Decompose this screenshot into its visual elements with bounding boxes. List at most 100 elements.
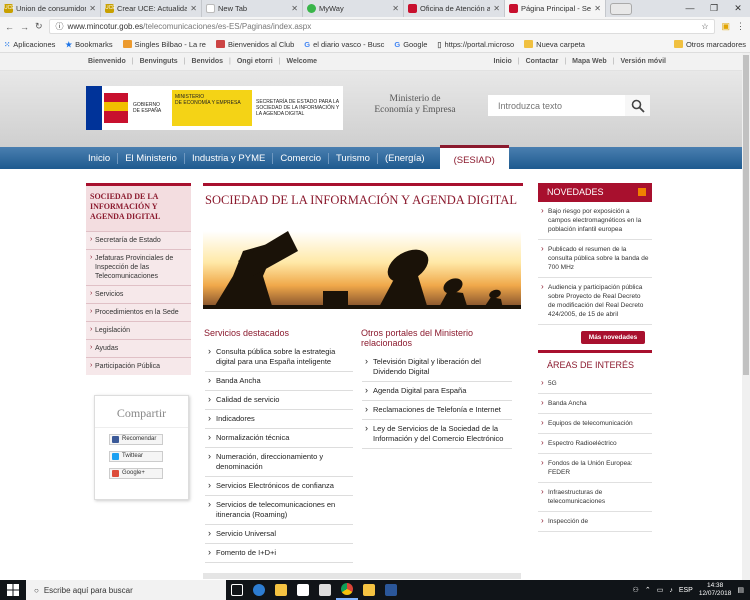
bookmark-item[interactable]: ★ Bookmarks bbox=[65, 40, 112, 49]
sidebar-item[interactable]: Legislación bbox=[86, 321, 191, 339]
list-item[interactable]: Indicadores bbox=[205, 410, 353, 429]
sidebar-item[interactable]: Servicios bbox=[86, 285, 191, 303]
area-item[interactable]: Fondos de la Unión Europea: FEDER bbox=[538, 454, 652, 483]
browser-tab[interactable]: Oficina de Atención a ✕ bbox=[404, 0, 505, 17]
nav-energia[interactable]: (Energía) bbox=[378, 153, 432, 164]
lang-link[interactable]: Bienvenido bbox=[88, 58, 126, 65]
other-bookmarks-folder[interactable]: Otros marcadores bbox=[673, 40, 746, 49]
volume-icon[interactable]: ♪ bbox=[669, 587, 673, 594]
news-item[interactable]: Audiencia y participación pública sobre … bbox=[538, 278, 652, 325]
close-tab-icon[interactable]: ✕ bbox=[392, 4, 399, 13]
list-item[interactable]: Agenda Digital para España bbox=[362, 382, 512, 401]
bookmark-item[interactable]: ⁙ Aplicaciones bbox=[4, 40, 55, 49]
list-item[interactable]: Normalización técnica bbox=[205, 429, 353, 448]
sidebar-item[interactable]: Secretaría de Estado bbox=[86, 231, 191, 249]
list-item[interactable]: Numeración, direccionamiento y denominac… bbox=[205, 448, 353, 477]
list-item[interactable]: Servicio Universal bbox=[205, 525, 353, 544]
edge-icon[interactable] bbox=[248, 580, 270, 600]
search-button[interactable] bbox=[625, 95, 650, 116]
task-view-icon[interactable] bbox=[226, 580, 248, 600]
taskbar-search[interactable]: ○ Escribe aquí para buscar bbox=[26, 580, 226, 600]
bookmark-item[interactable]: ▯ https://portal.microso bbox=[437, 40, 514, 49]
notifications-icon[interactable]: ▤ bbox=[737, 586, 744, 594]
new-tab-button[interactable] bbox=[610, 3, 632, 15]
store-icon[interactable] bbox=[292, 580, 314, 600]
mail-icon[interactable] bbox=[314, 580, 336, 600]
top-link-inicio[interactable]: Inicio bbox=[494, 58, 512, 65]
news-item[interactable]: Bajo riesgo por exposición a campos elec… bbox=[538, 202, 652, 240]
government-logo[interactable]: GOBIERNO DE ESPAÑA MINISTERIO DE ECONOMÍA … bbox=[86, 86, 343, 130]
nav-comercio[interactable]: Comercio bbox=[273, 152, 329, 164]
close-window-icon[interactable]: ✕ bbox=[726, 0, 750, 17]
lang-link[interactable]: Benvidos bbox=[192, 58, 224, 65]
bookmark-folder[interactable]: Nueva carpeta bbox=[524, 40, 585, 49]
news-item[interactable]: Publicado el resumen de la consulta públ… bbox=[538, 240, 652, 278]
close-tab-icon[interactable]: ✕ bbox=[89, 4, 96, 13]
maximize-icon[interactable]: ❐ bbox=[702, 0, 726, 17]
browser-tab[interactable]: UCE Union de consumidor ✕ bbox=[0, 0, 101, 17]
page-scrollbar[interactable] bbox=[742, 53, 750, 580]
extension-icon[interactable]: ▣ bbox=[721, 21, 730, 32]
nav-sesiad[interactable]: (SESIAD) bbox=[439, 145, 509, 169]
people-icon[interactable]: ⚇ bbox=[633, 586, 639, 594]
area-item[interactable]: Espectro Radioeléctrico bbox=[538, 434, 652, 454]
browser-tab[interactable]: UCE Crear UCE: Actualidad ✕ bbox=[101, 0, 202, 17]
list-item[interactable]: Reclamaciones de Telefonía e Internet bbox=[362, 401, 512, 420]
area-item[interactable]: Inspección de bbox=[538, 512, 652, 532]
forward-icon[interactable]: → bbox=[20, 22, 29, 32]
info-icon[interactable]: ⓘ bbox=[56, 21, 64, 32]
bookmark-item[interactable]: G Google bbox=[394, 40, 427, 49]
list-item[interactable]: Banda Ancha bbox=[205, 372, 353, 391]
bookmark-item[interactable]: Singles Bilbao - La re bbox=[122, 40, 206, 49]
address-bar[interactable]: ⓘ www.mincotur.gob.es/telecomunicaciones… bbox=[48, 19, 716, 34]
network-icon[interactable]: ▭ bbox=[657, 586, 664, 594]
nav-turismo[interactable]: Turismo bbox=[329, 152, 378, 164]
minimize-icon[interactable]: — bbox=[678, 0, 702, 17]
list-item[interactable]: Consulta pública sobre la estrategia dig… bbox=[205, 343, 353, 372]
list-item[interactable]: Televisión Digital y liberación del Divi… bbox=[362, 353, 512, 382]
nav-industria-pyme[interactable]: Industria y PYME bbox=[185, 152, 274, 164]
bookmark-item[interactable]: Gel diario vasco - Busc bbox=[304, 40, 384, 49]
close-tab-icon[interactable]: ✕ bbox=[493, 4, 500, 13]
lang-link[interactable]: Ongi etorri bbox=[237, 58, 273, 65]
back-icon[interactable]: ← bbox=[5, 22, 14, 32]
bookmark-item[interactable]: Bienvenidos al Club bbox=[215, 40, 294, 49]
area-item[interactable]: 5G bbox=[538, 374, 652, 394]
folder-icon[interactable] bbox=[358, 580, 380, 600]
browser-tab[interactable]: New Tab ✕ bbox=[202, 0, 303, 17]
top-link-contactar[interactable]: Contactar bbox=[526, 58, 559, 65]
browser-tab[interactable]: MyWay ✕ bbox=[303, 0, 404, 17]
clock[interactable]: 14:38 12/07/2018 bbox=[699, 582, 732, 598]
top-link-mapa-web[interactable]: Mapa Web bbox=[572, 58, 607, 65]
close-tab-icon[interactable]: ✕ bbox=[190, 4, 197, 13]
chevron-up-icon[interactable]: ⌃ bbox=[645, 586, 651, 594]
file-explorer-icon[interactable] bbox=[270, 580, 292, 600]
list-item[interactable]: Servicios de telecomunicaciones en itine… bbox=[205, 496, 353, 525]
close-tab-icon[interactable]: ✕ bbox=[291, 4, 298, 13]
scrollbar-thumb[interactable] bbox=[743, 55, 749, 375]
sidebar-item[interactable]: Jefaturas Provinciales de Inspección de … bbox=[86, 249, 191, 285]
close-tab-icon[interactable]: ✕ bbox=[594, 4, 601, 13]
start-button[interactable] bbox=[0, 580, 26, 600]
facebook-recommend-button[interactable]: Recomendar bbox=[109, 434, 163, 445]
sidebar-item[interactable]: Ayudas bbox=[86, 339, 191, 357]
language-indicator[interactable]: ESP bbox=[679, 587, 693, 594]
area-item[interactable]: Banda Ancha bbox=[538, 394, 652, 414]
menu-icon[interactable]: ⋮ bbox=[736, 21, 745, 32]
rss-icon[interactable] bbox=[638, 188, 646, 196]
twitter-button[interactable]: Twittear bbox=[109, 451, 163, 462]
lang-link[interactable]: Welcome bbox=[286, 58, 317, 65]
list-item[interactable]: Calidad de servicio bbox=[205, 391, 353, 410]
chrome-icon[interactable] bbox=[336, 580, 358, 600]
top-link-version-movil[interactable]: Versión móvil bbox=[620, 58, 666, 65]
area-item[interactable]: Infraestructuras de telecomunicaciones bbox=[538, 483, 652, 512]
browser-tab-active[interactable]: Página Principal - Sec ✕ bbox=[505, 0, 606, 17]
search-input[interactable] bbox=[488, 95, 625, 116]
nav-el-ministerio[interactable]: El Ministerio bbox=[118, 152, 185, 164]
reload-icon[interactable]: ↻ bbox=[35, 21, 43, 32]
sidebar-item[interactable]: Participación Pública bbox=[86, 357, 191, 375]
list-item[interactable]: Fomento de I+D+i bbox=[205, 544, 353, 563]
more-news-button[interactable]: Más novedades bbox=[581, 331, 645, 344]
sidebar-item[interactable]: Procedimientos en la Sede bbox=[86, 303, 191, 321]
google-plus-button[interactable]: Google+ bbox=[109, 468, 163, 479]
